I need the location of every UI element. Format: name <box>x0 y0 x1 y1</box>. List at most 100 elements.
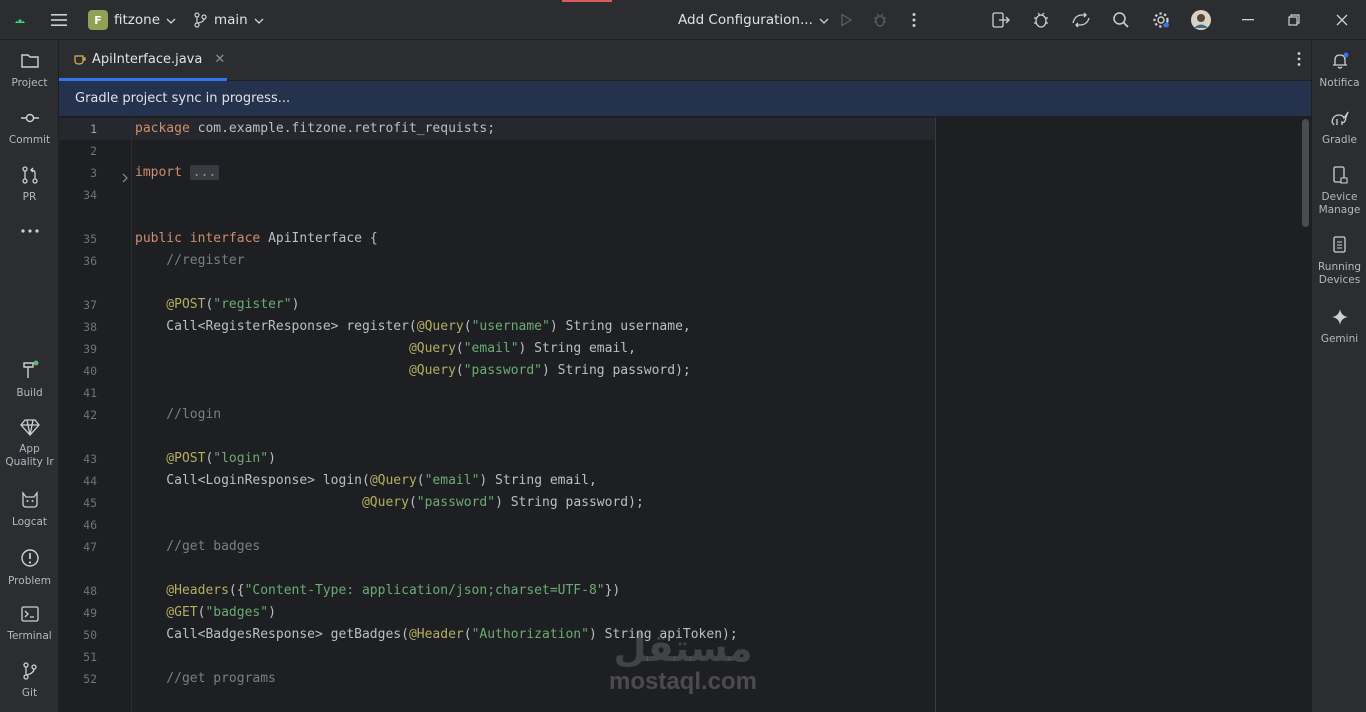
line-number: 41 <box>83 386 97 400</box>
more-actions-icon[interactable] <box>902 8 926 32</box>
code-token: //get programs <box>135 671 276 686</box>
line-number: 3 <box>90 166 97 180</box>
code-token: "register" <box>213 297 292 312</box>
code-token: ( <box>463 627 472 642</box>
line-number: 46 <box>83 518 97 532</box>
tool-notifications[interactable]: Notifica <box>1312 52 1366 90</box>
tool-device-manager[interactable]: Device Manage <box>1312 166 1366 217</box>
code-token: ) <box>291 297 300 312</box>
line-number: 35 <box>83 232 97 246</box>
tab-apiinterface-java[interactable]: ApiInterface.java ✕ <box>59 40 227 81</box>
device-explorer-icon[interactable] <box>989 8 1013 32</box>
more-horizontal-icon <box>20 223 40 243</box>
code-token: Call<BadgesResponse> getBadges( <box>135 627 409 642</box>
chevron-down-icon <box>254 12 264 28</box>
debug-icon[interactable] <box>868 8 892 32</box>
android-studio-logo-icon[interactable] <box>8 8 32 32</box>
code-token: @Header <box>408 627 464 642</box>
code-token: @Query <box>408 363 456 378</box>
title-bar: F fitzone main Add Configuration... <box>0 0 1366 40</box>
line-number <box>59 426 97 448</box>
avatar[interactable] <box>1189 8 1213 32</box>
device-icon <box>1330 166 1350 188</box>
right-margin-guide <box>935 117 936 712</box>
tool-project-label: Project <box>11 77 48 89</box>
app-inspection-icon[interactable] <box>1029 8 1053 32</box>
search-icon[interactable] <box>1109 8 1133 32</box>
settings-gear-icon[interactable] <box>1149 8 1173 32</box>
restore-window-icon[interactable] <box>1282 8 1306 32</box>
editor-tab-bar: ApiInterface.java ✕ <box>59 40 1311 81</box>
line-number: 48 <box>83 584 97 598</box>
line-number: 34 <box>83 188 97 202</box>
folded-imports[interactable]: ... <box>189 165 220 180</box>
tool-running-devices[interactable]: Running Devices <box>1312 236 1366 287</box>
tool-logcat[interactable]: Logcat <box>0 491 59 529</box>
close-tab-icon[interactable]: ✕ <box>214 52 225 67</box>
line-number: 39 <box>83 342 97 356</box>
code-token: @GET <box>135 605 198 620</box>
tool-git-label: Git <box>21 687 38 699</box>
banner-text: Gradle project sync in progress... <box>75 91 291 106</box>
code-token: ) String username, <box>549 319 691 334</box>
code-line: public interface ApiInterface { <box>135 228 378 250</box>
running-devices-icon <box>1330 236 1350 258</box>
tool-commit[interactable]: Commit <box>0 109 59 147</box>
code-token: "password" <box>416 495 496 510</box>
code-line: @Headers({"Content-Type: application/jso… <box>135 580 620 602</box>
code-line: package com.example.fitzone.retrofit_req… <box>135 118 495 140</box>
right-tool-window-bar: Notifica Gradle Device Manage Running De… <box>1311 40 1366 712</box>
tool-git[interactable]: Git <box>0 662 59 700</box>
code-token: //register <box>135 253 245 268</box>
code-line: //login <box>135 404 221 426</box>
code-line: //get programs <box>135 668 276 690</box>
more-tool-windows[interactable] <box>0 223 59 243</box>
main-menu-icon[interactable] <box>47 8 71 32</box>
tool-gradle[interactable]: Gradle <box>1312 109 1366 147</box>
project-selector[interactable]: F fitzone <box>88 0 176 40</box>
expand-fold-icon[interactable] <box>121 173 131 185</box>
code-token: ) String password); <box>542 363 691 378</box>
tool-app-quality-label: App Quality Ir <box>5 443 54 468</box>
tool-pull-requests[interactable]: PR <box>0 166 59 204</box>
tool-logcat-label: Logcat <box>11 516 48 528</box>
code-editor[interactable]: 1 2 3 34 35 36 37 38 39 40 41 42 43 44 45 46 47 48 49 50 51 5… <box>59 117 1311 712</box>
tab-options-icon[interactable] <box>1297 51 1301 71</box>
minimize-window-icon[interactable] <box>1236 8 1260 32</box>
code-line: @Query("email") String email, <box>135 338 636 360</box>
line-number: 38 <box>83 320 97 334</box>
tool-app-quality-insights[interactable]: App Quality Ir <box>0 418 59 469</box>
line-number: 45 <box>83 496 97 510</box>
sync-gradle-icon[interactable] <box>1069 8 1093 32</box>
tool-problems-label: Problem <box>8 575 51 587</box>
code-token: "password" <box>463 363 543 378</box>
tool-notifications-label: Notifica <box>1319 77 1360 89</box>
code-token: ( <box>455 363 464 378</box>
cat-icon <box>20 491 40 513</box>
code-token: Call<RegisterResponse> register( <box>135 319 417 334</box>
tool-gemini[interactable]: Gemini <box>1312 308 1366 346</box>
tool-problems[interactable]: Problem <box>0 548 59 588</box>
code-token: "badges" <box>205 605 269 620</box>
code-token: @POST <box>135 451 206 466</box>
code-token: Call<LoginResponse> login( <box>135 473 370 488</box>
bell-icon <box>1330 52 1350 74</box>
close-window-icon[interactable] <box>1330 8 1354 32</box>
line-number: 2 <box>90 144 97 158</box>
tool-project[interactable]: Project <box>0 52 59 90</box>
tool-terminal[interactable]: Terminal <box>0 605 59 643</box>
code-token: ( <box>455 341 464 356</box>
editor-scrollbar[interactable] <box>1302 119 1309 227</box>
chevron-down-icon <box>819 12 829 28</box>
line-number: 50 <box>83 628 97 642</box>
run-icon[interactable] <box>834 8 858 32</box>
code-line: //register <box>135 250 245 272</box>
branch-selector[interactable]: main <box>193 0 264 40</box>
line-number: 37 <box>83 298 97 312</box>
code-token: @Query <box>369 473 417 488</box>
run-configuration-selector[interactable]: Add Configuration... <box>678 0 829 40</box>
tool-build[interactable]: Build <box>0 360 59 400</box>
code-token: public <box>135 231 182 246</box>
